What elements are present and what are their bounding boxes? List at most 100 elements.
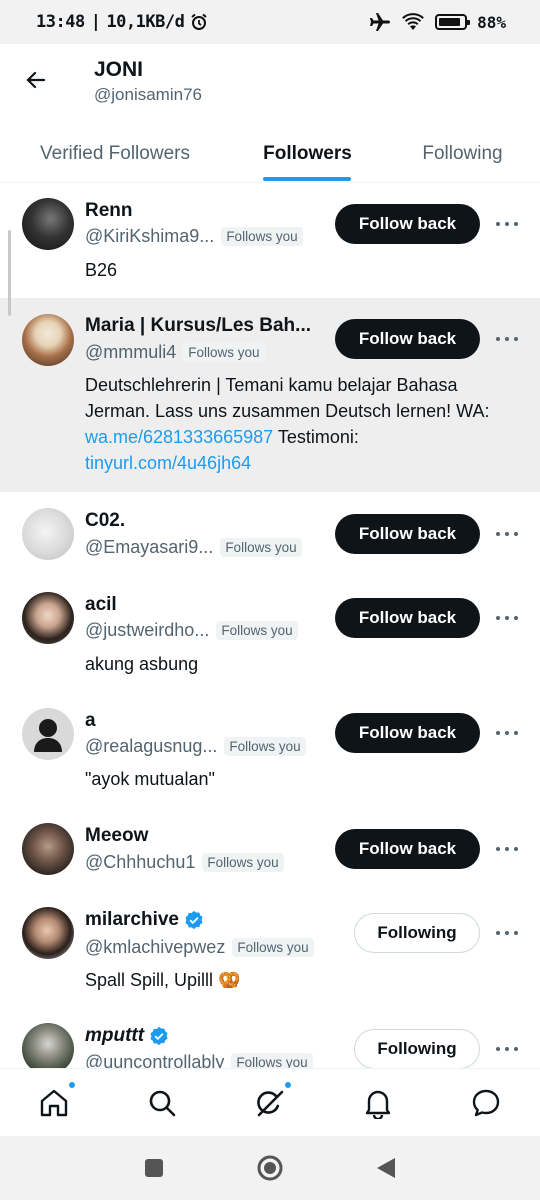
home-system-button[interactable] [255,1153,285,1183]
follows-you-badge: Follows you [216,621,298,640]
notification-dot [284,1080,292,1089]
back-triangle-icon [377,1158,395,1178]
status-right: 88% [369,12,506,32]
notification-dot [68,1080,76,1089]
nav-home[interactable] [34,1080,76,1123]
follows-you-badge: Follows you [183,343,265,362]
more-horizontal-icon[interactable] [496,524,518,544]
following-button[interactable]: Following [354,913,480,953]
clock-time: 13:48 [36,12,85,32]
list-item[interactable]: Renn @KiriKshima9... Follows you B26 Fol… [0,184,540,298]
tab-label: Following [422,142,503,164]
bio-link[interactable]: wa.me/6281333665987 [85,427,273,447]
follow-back-button[interactable]: Follow back [335,829,480,869]
alarm-icon [191,13,207,30]
follow-back-button[interactable]: Follow back [335,319,480,359]
follow-back-button[interactable]: Follow back [335,204,480,244]
user-name: mputtt [85,1025,169,1047]
more-horizontal-icon[interactable] [496,1039,518,1059]
default-avatar-icon [34,719,62,752]
handle-line: @realagusnug... Follows you [85,736,306,757]
tab-followers[interactable]: Followers [230,124,385,183]
avatar[interactable] [22,508,74,560]
list-item[interactable]: milarchive @kmlachivepwez Follows you Sp… [0,892,540,1008]
user-name: a [85,710,96,732]
bio-link[interactable]: tinyurl.com/4u46jh64 [85,453,251,473]
list-item[interactable]: a @realagusnug... Follows you "ayok mutu… [0,692,540,808]
nav-messages[interactable] [466,1083,506,1123]
status-bar: 13:48 | 10,1KB/d 88% [0,0,540,44]
user-name: Maria | Kursus/Les Bah... [85,315,311,337]
battery-icon [435,14,471,30]
list-item[interactable]: C02. @Emayasari9... Follows you Follow b… [0,492,540,578]
follow-back-button[interactable]: Follow back [335,713,480,753]
status-left: 13:48 | 10,1KB/d [36,12,208,32]
nav-grok[interactable] [250,1080,292,1123]
user-bio: "ayok mutualan" [85,769,215,789]
tab-bar: Verified Followers Followers Following [0,124,540,183]
handle-line: @Emayasari9... Follows you [85,537,302,558]
recents-icon [145,1159,163,1177]
more-horizontal-icon[interactable] [496,839,518,859]
follows-you-badge: Follows you [232,938,314,957]
battery-percent: 88% [477,12,506,32]
user-name: C02. [85,510,125,532]
follows-you-badge: Follows you [224,737,306,756]
back-system-button[interactable] [371,1153,401,1183]
back-button[interactable] [18,62,54,98]
list-item[interactable]: Maria | Kursus/Les Bah... @mmmuli4 Follo… [0,298,540,492]
active-tab-indicator [263,177,351,181]
more-horizontal-icon[interactable] [496,608,518,628]
profile-handle: @jonisamin76 [94,85,202,104]
user-handle: @uuncontrollably [85,1052,225,1068]
follows-you-badge: Follows you [220,538,302,557]
more-horizontal-icon[interactable] [496,329,518,349]
recents-button[interactable] [139,1153,169,1183]
user-bio: Spall Spill, Upilll 🥨 [85,970,241,990]
tab-label: Followers [263,142,352,164]
avatar[interactable] [22,592,74,644]
user-bio: Deutschlehrerin | Temani kamu belajar Ba… [85,372,505,476]
list-item[interactable]: mputtt @uuncontrollably Follows you Foll… [0,1008,540,1068]
grok-icon [257,1090,284,1116]
user-handle: @KiriKshima9... [85,226,215,246]
user-handle: @Emayasari9... [85,537,214,557]
avatar[interactable] [22,1023,74,1068]
user-name: Renn [85,200,133,222]
avatar[interactable] [22,314,74,366]
user-handle: @justweirdho... [85,620,210,640]
more-horizontal-icon[interactable] [496,923,518,943]
nav-notifications[interactable] [358,1083,398,1123]
user-name: milarchive [85,909,204,931]
status-separator: | [90,12,101,32]
user-name-text: acil [85,594,117,615]
tab-label: Verified Followers [40,142,190,164]
follow-back-button[interactable]: Follow back [335,598,480,638]
network-speed: 10,1KB/d [106,12,185,32]
search-icon [149,1090,176,1116]
handle-line: @justweirdho... Follows you [85,620,298,641]
following-button[interactable]: Following [354,1029,480,1068]
list-item[interactable]: Meeow @Chhhuchu1 Follows you Follow back [0,808,540,892]
tab-following[interactable]: Following [385,124,540,183]
handle-line: @mmmuli4 Follows you [85,342,265,363]
avatar[interactable] [22,823,74,875]
user-handle: @mmmuli4 [85,342,177,362]
nav-search[interactable] [142,1083,182,1123]
avatar[interactable] [22,708,74,760]
user-name-text: C02. [85,510,126,531]
avatar[interactable] [22,198,74,250]
airplane-icon [370,13,391,31]
scrollbar-thumb[interactable] [8,230,11,316]
follow-back-button[interactable]: Follow back [335,514,480,554]
user-name: acil [85,594,117,616]
tab-verified-followers[interactable]: Verified Followers [0,124,230,183]
avatar[interactable] [22,907,74,959]
list-item[interactable]: acil @justweirdho... Follows you akung a… [0,578,540,692]
user-name-text: Renn [85,200,133,221]
more-horizontal-icon[interactable] [496,723,518,743]
user-handle: @Chhhuchu1 [85,852,196,872]
handle-line: @Chhhuchu1 Follows you [85,852,284,873]
verified-badge-icon [185,910,203,930]
more-horizontal-icon[interactable] [496,214,518,234]
